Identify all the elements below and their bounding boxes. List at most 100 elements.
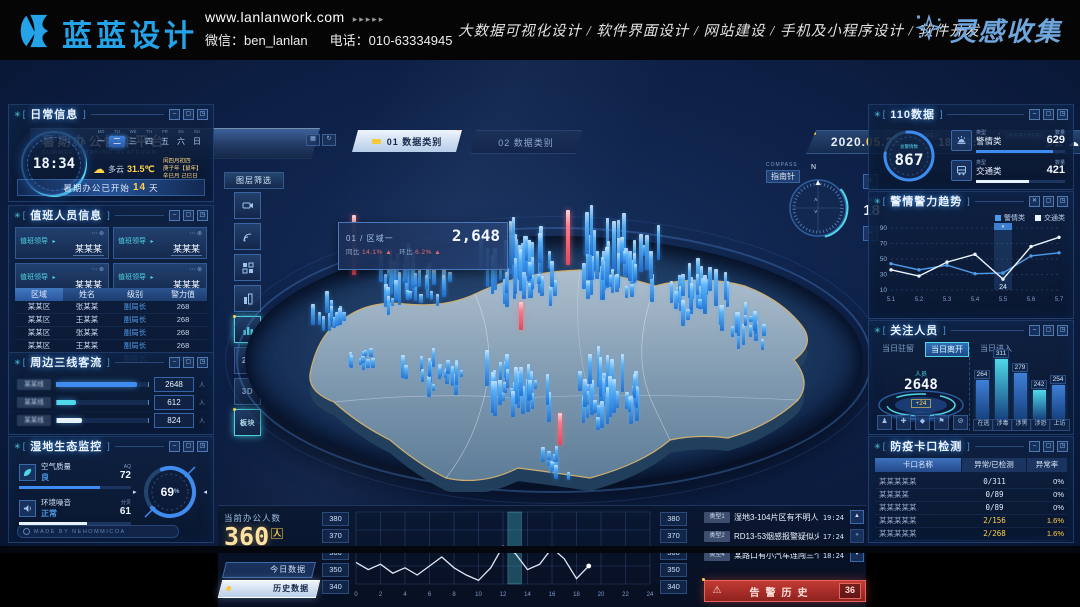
petition-icon[interactable]: ⊘ <box>953 415 968 430</box>
tab-data-category-2[interactable]: 02 数据类别 <box>470 130 582 154</box>
svg-text:5.6: 5.6 <box>1027 297 1036 303</box>
titlebar-refresh-icon[interactable]: ↻ <box>322 134 336 146</box>
expand-icon[interactable]: ◳ <box>197 109 208 120</box>
svg-text:30: 30 <box>880 272 888 279</box>
svg-text:4: 4 <box>403 592 407 598</box>
tab-stay-today[interactable]: 当日驻留 <box>877 342 919 357</box>
sparkle-star-icon <box>916 15 942 46</box>
scroll-up-icon[interactable]: ▲ <box>850 510 864 524</box>
svg-text:5.5: 5.5 <box>999 297 1008 303</box>
svg-text:22: 22 <box>622 592 629 598</box>
svg-text:14: 14 <box>524 592 531 598</box>
alert-history-button[interactable]: ⚠ 告警历史 36 <box>704 580 866 602</box>
noise-metric: 环境噪音 正常 分贝 61 <box>19 497 131 525</box>
temperature: 31.5℃ <box>127 164 155 175</box>
gauge-left-pointer: ▸ <box>133 488 137 496</box>
caret-down-icon[interactable]: ˅ <box>814 210 818 216</box>
flow-bar-row: 某某线 824人 <box>17 413 205 427</box>
caret-up-icon[interactable]: ˄ <box>814 198 818 204</box>
phone-label: 电话：010-63334945 <box>330 33 453 48</box>
svg-text:50: 50 <box>880 256 888 263</box>
tab-active-icon <box>372 139 381 144</box>
leaf-icon <box>19 464 36 481</box>
flow-bar-row: 某某线 612人 <box>17 395 205 409</box>
week-calendar: MOTUWETHFRSASU 一 二 三 四 五 六 日 <box>93 129 205 147</box>
eco-gauge-value: 69 <box>161 485 174 499</box>
history-data-button[interactable]: 历史数据 <box>218 580 320 598</box>
contact-info: 微信：ben_lanlan 电话：010-63334945 <box>205 30 474 49</box>
runner-icon[interactable]: ♟ <box>877 415 892 430</box>
promo-banner: 蓝蓝设计 www.lanlanwork.com▸▸▸▸▸ 微信：ben_lanl… <box>0 0 1080 60</box>
bus-icon <box>951 160 972 181</box>
terror-icon[interactable]: ⚑ <box>934 415 949 430</box>
wechat-label: 微信：ben_lanlan <box>205 33 308 48</box>
svg-text:5.3: 5.3 <box>943 297 952 303</box>
duty-card[interactable]: 值班领导 ▸⋯ ⊗某某某 <box>15 227 109 259</box>
alert-item[interactable]: 类型2 RD13-53烟感报警疑似火灾 17:24 <box>704 529 844 544</box>
traffic-type-row: 类型 交通类 数量 421 <box>951 159 1065 185</box>
office-line-chart: 024681012141618202224 <box>352 508 656 602</box>
inspiration-brand-text: 灵感收集 <box>950 12 1062 49</box>
lanlan-logo-text: 蓝蓝设计 <box>62 11 198 55</box>
alert-list: 类型1 湿地3-104片区有不明人员闯入 19:24 类型2 RD13-53烟感… <box>704 508 866 606</box>
alert-item[interactable]: 类型1 湿地3-104片区有不明人员闯入 19:24 <box>704 510 844 525</box>
table-row: 某某区王某某副局长268 <box>15 314 207 327</box>
gauge-value: 867 <box>895 150 924 169</box>
arrows-decor: ▸▸▸▸▸ <box>353 14 386 24</box>
svg-text:70: 70 <box>880 241 888 248</box>
window-icon[interactable]: ▢ <box>183 109 194 120</box>
warning-icon: ⚠ <box>710 584 724 598</box>
svg-text:24: 24 <box>647 592 654 598</box>
table-row: 某某某某某2/2681.6% <box>875 527 1067 541</box>
panel-daily-info: ✳[日常信息] –▢◳ 18:34 MOTUWETHFRSASU 一 二 三 四… <box>8 104 214 202</box>
table-row: 某某某某某0/890% <box>875 501 1067 515</box>
gang-icon[interactable]: ◆ <box>915 415 930 430</box>
svg-text:5.2: 5.2 <box>915 297 924 303</box>
duty-leader-cards: 值班领导 ▸⋯ ⊗某某某 值班领导 ▸⋯ ⊗某某某 值班领导 ▸⋯ ⊗某某某 值… <box>15 227 207 295</box>
office-chart-yaxis-right: 380 370 360 350 340 <box>660 512 687 594</box>
alarm-type-row: 类型 警情类 数量 629 <box>951 129 1065 155</box>
flow-bar-row: 某某线 2648人 <box>17 377 205 391</box>
svg-text:6: 6 <box>428 592 432 598</box>
summer-notice: 暑期办公已开始14天 <box>17 179 205 196</box>
titlebar-chip-icon[interactable]: ▦ <box>306 134 320 146</box>
scroll-dot-icon: ● <box>850 529 864 543</box>
panel-trend: ✳[警情警力趋势] ✕▢◳ 警情类 交通类 9070503010▾245.15.… <box>868 191 1074 319</box>
tab-left-today[interactable]: 当日离开 <box>925 342 969 357</box>
lunar-calendar: 闰四月初四庚子年【鼠年】辛巳月 己巳日 <box>163 158 202 180</box>
alert-history-count: 36 <box>839 583 861 599</box>
eco-gauge: 69% ▸ ◂ <box>141 463 199 521</box>
tab-data-category-1[interactable]: 01 数据类别 <box>352 130 462 152</box>
compass-widget: COMPASS 指南针 N ˄ ˅ + 级别 18 − <box>764 162 880 256</box>
svg-text:8: 8 <box>452 592 456 598</box>
website-link[interactable]: www.lanlanwork.com▸▸▸▸▸ <box>205 9 474 25</box>
panel-title: 日常信息 <box>30 106 78 122</box>
table-row: 某某某某某0/3110% <box>875 475 1067 489</box>
lanlan-logo-icon <box>16 12 54 55</box>
focus-bar-chart: 264 311 279 242 254 在逃 涉毒 涉黑 涉恐 上访 <box>969 347 1068 431</box>
office-chart-yaxis-left: 380 370 360 350 340 <box>322 512 349 594</box>
svg-text:5.4: 5.4 <box>971 297 980 303</box>
layer-camera-button[interactable] <box>234 192 261 219</box>
focus-delta: +24 <box>911 399 930 408</box>
duty-card[interactable]: 值班领导 ▸⋯ ⊗某某某 <box>113 227 207 259</box>
drug-icon[interactable]: ✚ <box>896 415 911 430</box>
minimize-icon[interactable]: – <box>169 109 180 120</box>
weather-text: 多云 <box>108 164 124 175</box>
svg-text:18: 18 <box>573 592 580 598</box>
speaker-icon <box>19 500 36 517</box>
dashboard: 暑期办公协作平台 SUMMER WORKING PLATFORM ▦ ↻ 01 … <box>0 60 1080 553</box>
panel-passenger-flow: ✳[周边三线客流] –▢◳ 某某线 2648人 某某线 612人 某某线 824… <box>8 352 214 435</box>
gauge-label: 总警情数 <box>900 143 918 149</box>
svg-text:12: 12 <box>500 592 507 598</box>
trend-line-chart: 9070503010▾245.15.25.35.45.55.65.7 <box>875 222 1067 316</box>
svg-text:5.7: 5.7 <box>1055 297 1064 303</box>
panel-110-data: ✳[110数据] –▢◳ 总警情数 867 类型 警情类 数量 629 类型 <box>868 104 1074 190</box>
svg-text:20: 20 <box>598 592 605 598</box>
table-row: 某某区张某某副局长268 <box>15 327 207 340</box>
province-map[interactable] <box>250 242 850 492</box>
svg-text:10: 10 <box>475 592 482 598</box>
bottom-strip: 当前办公人数 360人 今日数据 历史数据 380 370 360 350 34… <box>218 505 866 607</box>
today-data-button[interactable]: 今日数据 <box>222 562 316 578</box>
inspiration-brand: 灵感收集 <box>916 12 1062 49</box>
